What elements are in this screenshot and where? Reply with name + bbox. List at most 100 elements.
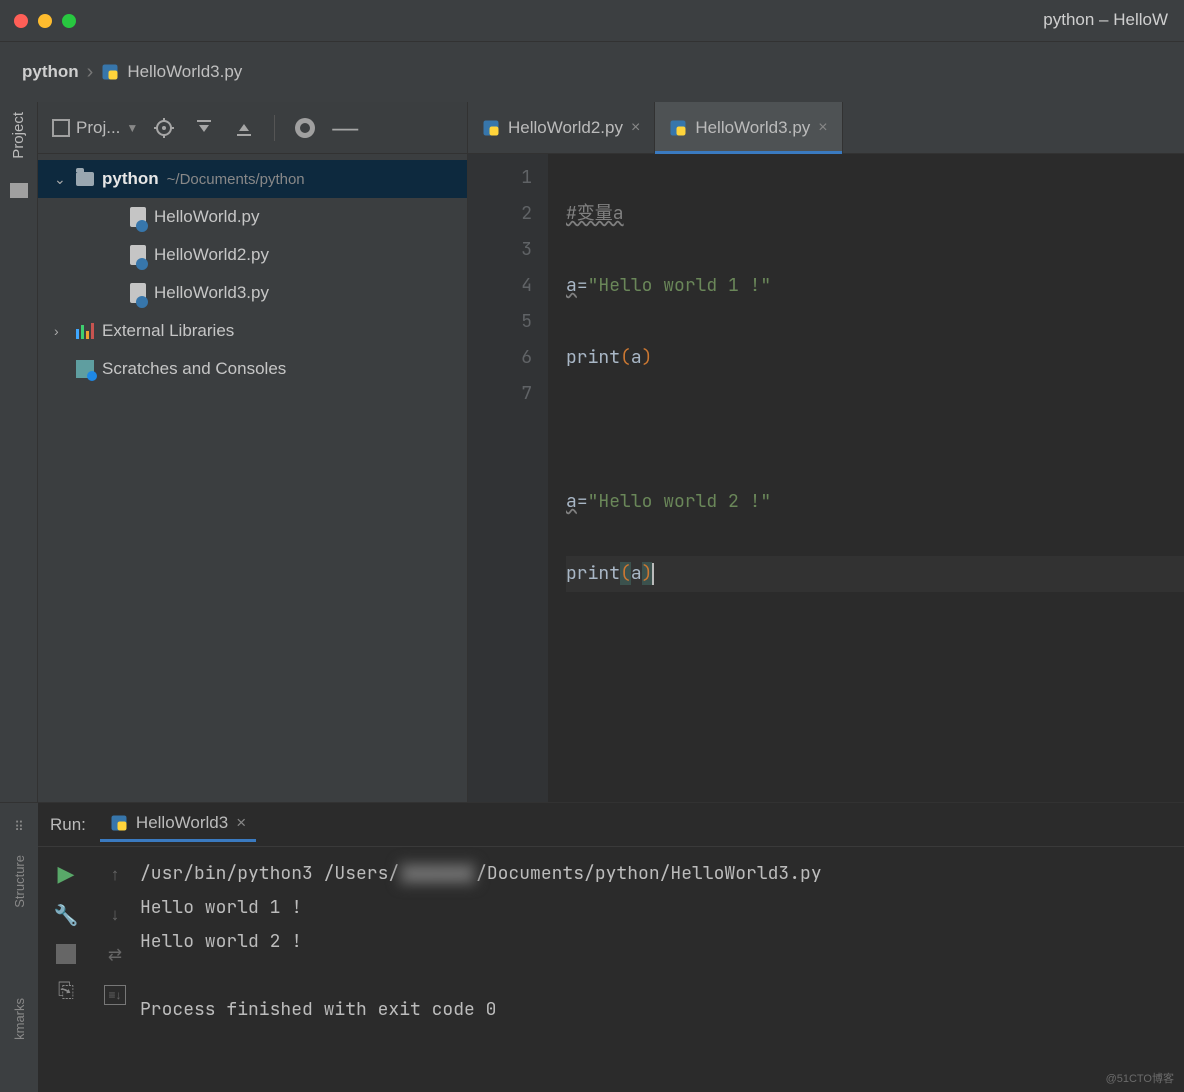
settings-icon[interactable] <box>291 114 319 142</box>
tree-root-path: ~/Documents/python <box>167 171 305 188</box>
tree-root-folder[interactable]: ⌄ python ~/Documents/python <box>38 160 467 198</box>
run-label: Run: <box>50 815 86 835</box>
folder-icon <box>76 172 94 186</box>
stop-icon[interactable] <box>56 944 76 964</box>
code-comment: #变量a <box>566 202 624 225</box>
python-file-icon <box>482 119 500 137</box>
tree-scratches[interactable]: Scratches and Consoles <box>38 350 467 388</box>
console-line: Process finished with exit code 0 <box>140 993 1180 1027</box>
run-panel: ⠿ Structure kmarks Run: HelloWorld3 × ▶ … <box>0 802 1184 1092</box>
structure-tool-tab[interactable]: Structure <box>12 855 27 908</box>
line-number: 1 <box>468 160 532 196</box>
code-editor[interactable]: 1 2 3 4 5 6 7 #变量a a="Hello world 1 !" p… <box>468 154 1184 802</box>
console-line: Hello world 1 ! <box>140 891 1180 925</box>
run-toolbar-2: ↑ ↓ ⇄ ≡↓ <box>94 847 136 1092</box>
python-file-icon <box>130 207 146 227</box>
scroll-to-end-icon[interactable]: ≡↓ <box>104 985 125 1005</box>
run-tab[interactable]: HelloWorld3 × <box>100 807 256 842</box>
locate-icon[interactable] <box>150 114 178 142</box>
console-output[interactable]: /usr/bin/python3 /Users/xxxxxx/Documents… <box>136 847 1184 1092</box>
code-op: = <box>577 274 588 297</box>
editor-tab[interactable]: HelloWorld2.py × <box>468 102 655 153</box>
tree-file[interactable]: HelloWorld3.py <box>38 274 467 312</box>
close-icon[interactable]: × <box>818 119 827 137</box>
console-line: /usr/bin/python3 /Users/ <box>140 862 399 885</box>
run-icon[interactable]: ▶ <box>58 861 75 887</box>
soft-wrap-icon[interactable]: ⇄ <box>108 945 122 965</box>
bookmarks-tool-tab[interactable]: kmarks <box>12 998 27 1040</box>
maximize-window-icon[interactable] <box>62 14 76 28</box>
watermark: @51CTO博客 <box>1106 1070 1174 1086</box>
code-paren: ) <box>642 562 653 585</box>
project-tool-tab[interactable]: Project <box>6 102 31 169</box>
window-controls <box>14 14 76 28</box>
code-func: print <box>566 346 620 369</box>
code-op: = <box>577 490 588 513</box>
python-file-icon <box>130 283 146 303</box>
tree-scratches-label: Scratches and Consoles <box>102 359 286 379</box>
up-arrow-icon[interactable]: ↑ <box>111 865 120 885</box>
chevron-right-icon: › <box>54 323 68 339</box>
editor-tab-label: HelloWorld3.py <box>695 118 810 138</box>
divider <box>274 115 275 141</box>
code-func: print <box>566 562 620 585</box>
close-window-icon[interactable] <box>14 14 28 28</box>
chevron-down-icon: ▼ <box>126 121 138 135</box>
code-var: a <box>566 274 577 297</box>
down-arrow-icon[interactable]: ↓ <box>111 905 120 925</box>
structure-rail-icon[interactable]: ⠿ <box>14 819 24 835</box>
project-sidebar: Proj... ▼ — ⌄ python ~/Documents/python … <box>38 102 468 802</box>
python-file-icon <box>130 245 146 265</box>
tree-file[interactable]: HelloWorld.py <box>38 198 467 236</box>
tree-file-label: HelloWorld2.py <box>154 245 269 265</box>
close-icon[interactable]: × <box>631 119 640 137</box>
code-string: "Hello world 2 !" <box>588 490 772 513</box>
editor-pane: HelloWorld2.py × HelloWorld3.py × 1 2 3 … <box>468 102 1184 802</box>
tree-file-label: HelloWorld.py <box>154 207 260 227</box>
line-number: 7 <box>468 376 532 412</box>
project-view-label: Proj... <box>76 118 120 138</box>
project-tree: ⌄ python ~/Documents/python HelloWorld.p… <box>38 154 467 394</box>
line-number: 4 <box>468 268 532 304</box>
editor-tab-label: HelloWorld2.py <box>508 118 623 138</box>
run-toolbar: ▶ 🔧 ⎘ <box>38 847 94 1092</box>
console-line: Hello world 2 ! <box>140 925 1180 959</box>
code-var: a <box>566 490 577 513</box>
window-title: python – HelloW <box>1043 10 1168 30</box>
minimize-window-icon[interactable] <box>38 14 52 28</box>
expand-all-icon[interactable] <box>190 114 218 142</box>
python-file-icon <box>110 814 128 832</box>
hide-icon[interactable]: — <box>331 114 359 142</box>
breadcrumb-file[interactable]: HelloWorld3.py <box>127 62 242 82</box>
line-number: 3 <box>468 232 532 268</box>
python-file-icon <box>101 63 119 81</box>
editor-tab-active[interactable]: HelloWorld3.py × <box>655 102 842 153</box>
titlebar: python – HelloW <box>0 0 1184 42</box>
redacted: xxxxxx <box>399 862 476 885</box>
libraries-icon <box>76 323 94 339</box>
line-number: 5 <box>468 304 532 340</box>
project-tool-icon[interactable] <box>10 183 28 198</box>
code-content[interactable]: #变量a a="Hello world 1 !" print(a) a="Hel… <box>548 154 1184 802</box>
editor-tabs: HelloWorld2.py × HelloWorld3.py × <box>468 102 1184 154</box>
exit-icon[interactable]: ⎘ <box>58 980 74 1003</box>
project-view-selector[interactable]: Proj... ▼ <box>52 118 138 138</box>
collapse-all-icon[interactable] <box>230 114 258 142</box>
code-paren: ( <box>620 562 631 585</box>
tree-file[interactable]: HelloWorld2.py <box>38 236 467 274</box>
code-paren: ) <box>642 346 653 369</box>
breadcrumb-root[interactable]: python <box>22 62 79 82</box>
tree-root-name: python <box>102 169 159 189</box>
scratches-icon <box>76 360 94 378</box>
tree-external-libraries[interactable]: › External Libraries <box>38 312 467 350</box>
sidebar-toolbar: Proj... ▼ — <box>38 102 467 154</box>
gutter: 1 2 3 4 5 6 7 <box>468 154 548 802</box>
console-line: /Documents/python/HelloWorld3.py <box>476 862 822 885</box>
debug-icon[interactable]: 🔧 <box>54 903 79 928</box>
close-icon[interactable]: × <box>236 813 246 833</box>
run-header: Run: HelloWorld3 × <box>38 803 1184 847</box>
chevron-right-icon: › <box>87 61 94 84</box>
bottom-tool-rail: ⠿ Structure kmarks <box>0 803 38 1092</box>
code-string: "Hello world 1 !" <box>588 274 772 297</box>
tree-file-label: HelloWorld3.py <box>154 283 269 303</box>
